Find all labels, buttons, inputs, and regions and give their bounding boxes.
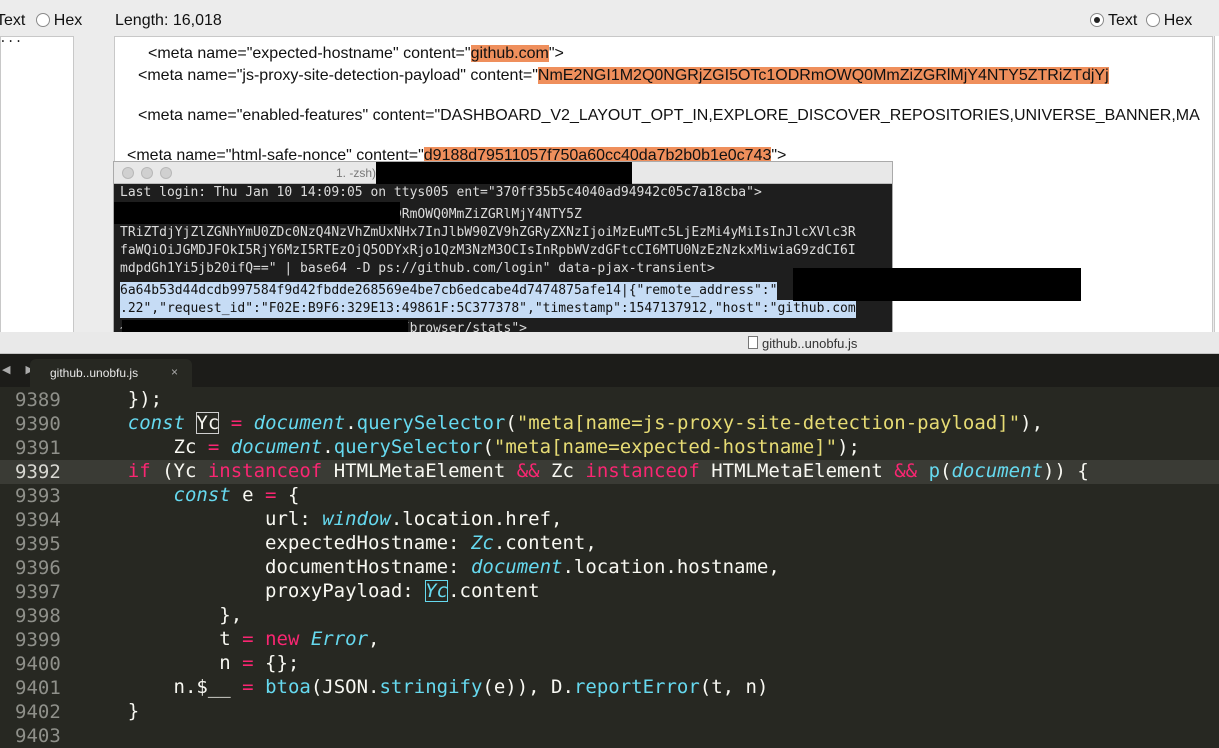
line-number: 9395 xyxy=(15,533,61,555)
tab-github-unobfu-js[interactable]: github..unobfu.js × xyxy=(30,359,192,387)
line-text: <meta name="expected-hostname" content=" xyxy=(148,45,471,62)
code-line: documentHostname: document.location.host… xyxy=(82,556,780,578)
meta-expected-hostname-line: <meta name="expected-hostname" content="… xyxy=(148,45,564,63)
line-number: 9389 xyxy=(15,389,61,411)
terminal-line: Last login: Thu Jan 10 14:09:05 on ttys0… xyxy=(120,185,762,200)
line-number-gutter: 9389 9390 9391 9392 9393 9394 9395 9396 9397 9398… xyxy=(0,387,82,748)
right-edge-panel xyxy=(1214,36,1219,340)
hex-tab-label[interactable]: Hex xyxy=(1164,12,1192,29)
editor-window-title: github..unobfu.js xyxy=(762,336,858,351)
code-line: const e = { xyxy=(173,484,300,506)
terminal-titlebar[interactable]: 1. -zsh) xyxy=(114,162,892,184)
close-tab-icon[interactable]: × xyxy=(171,365,178,379)
meta-enabled-features-line: <meta name="enabled-features" content="D… xyxy=(138,107,1200,125)
line-number: 9403 xyxy=(15,725,61,747)
code-line: t = new Error, xyxy=(82,628,380,650)
text-radio[interactable] xyxy=(1090,13,1104,27)
code-line: }); xyxy=(82,388,163,410)
code-line: if (Yc instanceof HTMLMetaElement && Zc … xyxy=(127,460,1089,482)
editor-tab-bar: ◀ ▶ github..unobfu.js × xyxy=(0,354,1219,387)
terminal-title: 1. -zsh) xyxy=(336,166,377,180)
code-line: Zc = document.querySelector("meta[name=e… xyxy=(82,436,860,458)
line-text: "> xyxy=(548,45,564,62)
code-line: proxyPayload: Yc.content xyxy=(82,580,540,602)
terminal-line: faWQiOiJGMDJFOkI5RjY6MzI5RTEzOjQ5ODYxRjo… xyxy=(120,243,856,258)
highlighted-value: NmE2NGI1M2Q0NGRjZGI5OTc1ODRmOWQ0MmZiZGRl… xyxy=(537,67,1109,84)
minimize-icon[interactable] xyxy=(141,167,153,179)
code-editor-window[interactable]: github..unobfu.js ◀ ▶ github..unobfu.js … xyxy=(0,332,1219,748)
left-format-tabs: Text Hex xyxy=(0,12,82,30)
zoom-icon[interactable] xyxy=(160,167,172,179)
terminal-output[interactable]: Last login: Thu Jan 10 14:09:05 on ttys0… xyxy=(114,184,892,337)
line-number: 9398 xyxy=(15,605,61,627)
meta-proxy-payload-line: <meta name="js-proxy-site-detection-payl… xyxy=(138,67,1109,85)
code-line: url: window.location.href, xyxy=(82,508,563,530)
code-area[interactable]: }); const Yc = document.querySelector("m… xyxy=(82,387,1219,748)
right-format-tabs: Text Hex xyxy=(1090,12,1192,30)
terminal-line: mdpdGh1Yi5jb20ifQ==" | base64 -D ps://gi… xyxy=(120,261,715,276)
redaction-bar xyxy=(376,162,632,184)
terminal-window[interactable]: 1. -zsh) Last login: Thu Jan 10 14:09:05… xyxy=(113,161,893,338)
length-label: Length: 16,018 xyxy=(115,12,222,29)
line-number: 9396 xyxy=(15,557,61,579)
line-text: <meta name="js-proxy-site-detection-payl… xyxy=(138,67,538,84)
code-line: expectedHostname: Zc.content, xyxy=(82,532,597,554)
line-number: 9393 xyxy=(15,485,61,507)
line-number: 9390 xyxy=(15,413,61,435)
line-number: 9399 xyxy=(15,629,61,651)
document-icon xyxy=(748,336,758,349)
editor-titlebar[interactable]: github..unobfu.js xyxy=(0,332,1219,354)
text-tab-label[interactable]: Text xyxy=(1108,12,1137,29)
line-number: 9392 xyxy=(0,460,82,484)
redaction-bar xyxy=(114,202,400,224)
line-number: 9400 xyxy=(15,653,61,675)
redaction-bar xyxy=(793,268,1081,301)
code-line: n = {}; xyxy=(82,652,300,674)
terminal-line: TRiZTdjYjZlZGNhYmU0ZDc0NzQ4NzVhZmUxNHx7I… xyxy=(120,225,856,240)
left-content-panel: ... xyxy=(0,36,74,340)
left-panel-fragment: ... xyxy=(0,36,23,46)
left-hex-tab-label[interactable]: Hex xyxy=(54,12,82,29)
line-number: 9391 xyxy=(15,437,61,459)
code-line: n.$__ = btoa(JSON.stringify(e)), D.repor… xyxy=(82,676,769,698)
terminal-selected-line: .22","request_id":"F02E:B9F6:329E13:4986… xyxy=(120,300,856,318)
line-text: <meta name="enabled-features" content="D… xyxy=(138,107,1200,124)
code-line: } xyxy=(82,700,140,722)
hex-radio[interactable] xyxy=(1145,13,1160,27)
line-number: 9401 xyxy=(15,677,61,699)
left-text-tab-label[interactable]: Text xyxy=(0,12,25,29)
terminal-selected-line: 6a64b53d44dcdb997584f9d42fbdde268569e4be… xyxy=(120,282,778,300)
left-hex-radio[interactable] xyxy=(35,13,50,27)
line-number: 9397 xyxy=(15,581,61,603)
line-number: 9394 xyxy=(15,509,61,531)
tab-label: github..unobfu.js xyxy=(50,366,139,380)
code-line: const Yc = document.querySelector("meta[… xyxy=(127,412,1044,434)
close-icon[interactable] xyxy=(122,167,134,179)
code-line: }, xyxy=(82,604,243,626)
line-number: 9402 xyxy=(15,701,61,723)
highlighted-value: github.com xyxy=(470,45,549,62)
